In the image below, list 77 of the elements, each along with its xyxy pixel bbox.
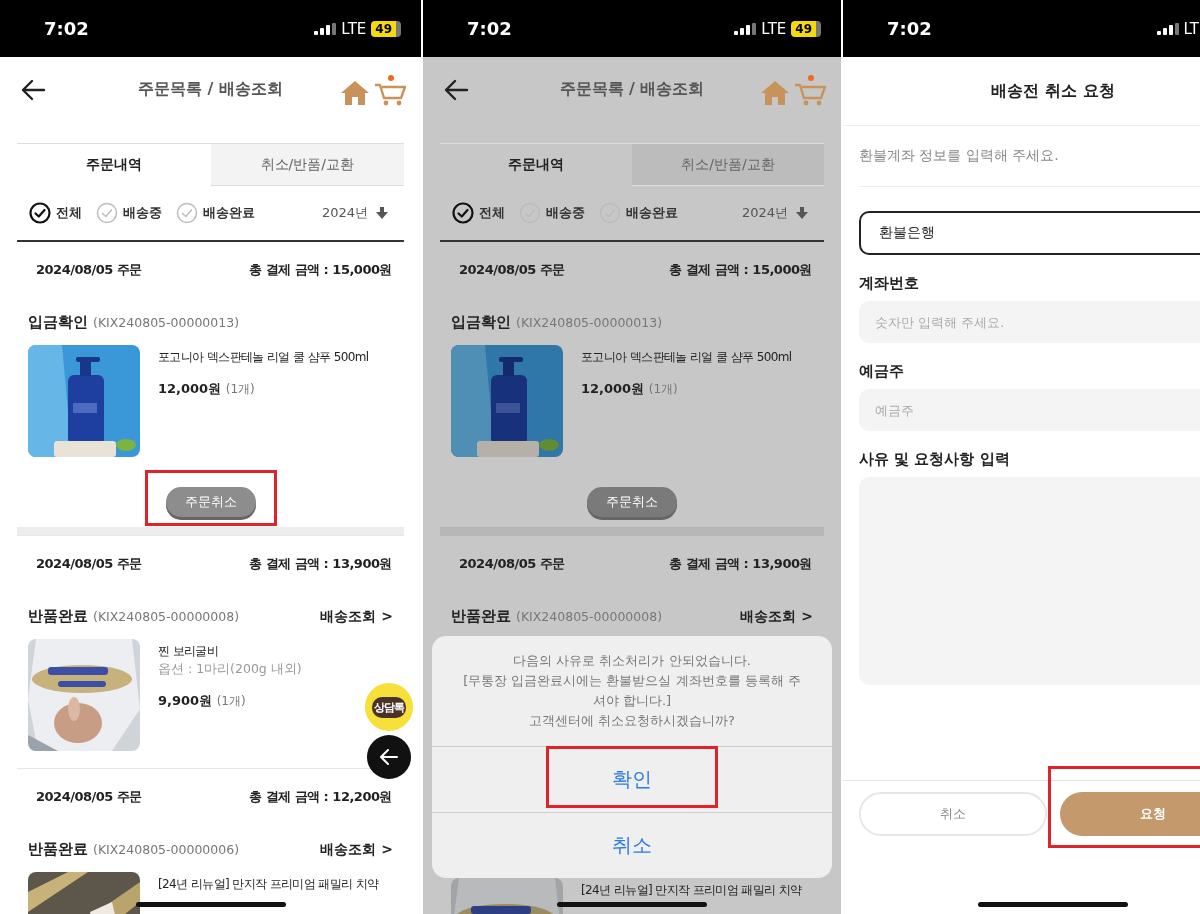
filter-option[interactable]: 배송중 — [519, 202, 585, 224]
down-arrow-icon — [796, 207, 808, 219]
order-status: 입금확인 — [451, 313, 511, 332]
battery-indicator: 49 — [371, 20, 401, 37]
home-icon[interactable] — [760, 79, 790, 106]
input-field[interactable]: 예금주 — [859, 389, 1200, 431]
network-label: LTE — [341, 19, 367, 38]
network-label: LT — [1183, 19, 1199, 38]
order-date: 2024/08/05 주문 — [36, 787, 142, 806]
year-dropdown[interactable]: 2024년 — [737, 204, 812, 222]
back-button[interactable] — [367, 735, 411, 779]
product-name: [24년 리뉴얼] 만지작 프리미엄 패밀리 치약 — [158, 876, 380, 893]
year-dropdown[interactable]: 2024년 — [317, 204, 392, 222]
status-time: 7:02 — [467, 18, 512, 39]
field-label: 계좌번호 — [859, 273, 920, 293]
order-total: 총 결제 금액 : 13,900원 — [669, 554, 812, 573]
filter-option[interactable]: 배송완료 — [599, 202, 678, 224]
product-name: 포고니아 덱스판테놀 리얼 쿨 샴푸 500ml — [158, 349, 370, 366]
tracking-link[interactable]: 배송조회 > — [740, 607, 813, 626]
dialog-button[interactable]: 확인 — [432, 747, 832, 812]
tracking-link[interactable]: 배송조회 > — [320, 840, 393, 859]
product-price: 12,000원 (1개) — [581, 380, 679, 398]
status-time: 7:02 — [44, 18, 89, 39]
battery-indicator: 49 — [791, 20, 821, 37]
field-label: 예금주 — [859, 361, 905, 381]
filter-option[interactable]: 배송완료 — [176, 202, 255, 224]
signal-icon — [734, 22, 757, 35]
order-total: 총 결제 금액 : 15,000원 — [249, 260, 392, 279]
order-status: 반품완료 — [28, 607, 88, 626]
product-name: 찐 보리굴비 — [158, 643, 220, 660]
product-name: 포고니아 덱스판테놀 리얼 쿨 샴푸 500ml — [581, 349, 793, 366]
signal-icon — [314, 22, 337, 35]
product-price: 12,000원 (1개) — [158, 380, 256, 398]
order-date: 2024/08/05 주문 — [36, 554, 142, 573]
product-option: 옵션 : 1마리(200g 내외) — [158, 660, 393, 678]
filter-option[interactable]: 배송중 — [96, 202, 162, 224]
product-name: [24년 리뉴얼] 만지작 프리미엄 패밀리 치약 — [581, 882, 803, 899]
order-total: 총 결제 금액 : 15,000원 — [669, 260, 812, 279]
cancel-button[interactable]: 취소 — [859, 792, 1047, 836]
notice-text: 환불계좌 정보를 입력해 주세요. — [859, 126, 1200, 187]
bank-select[interactable]: 환불은행 — [859, 211, 1200, 255]
cart-icon[interactable] — [794, 73, 828, 106]
order-number: (KIX240805-00000013) — [93, 315, 240, 330]
filter-option[interactable]: 전체 — [29, 202, 82, 224]
back-icon[interactable] — [443, 78, 469, 101]
left-arrow-icon — [379, 748, 399, 766]
order-status: 반품완료 — [451, 607, 511, 626]
tab[interactable]: 취소/반품/교환 — [210, 143, 404, 186]
order-number: (KIX240805-00000008) — [93, 609, 240, 624]
order-number: (KIX240805-00000013) — [516, 315, 663, 330]
network-label: LTE — [761, 19, 787, 38]
order-total: 총 결제 금액 : 13,900원 — [249, 554, 392, 573]
field-label: 사유 및 요청사항 입력 — [859, 449, 1011, 469]
order-status: 반품완료 — [28, 840, 88, 859]
cart-icon[interactable] — [374, 73, 408, 106]
dialog-button[interactable]: 취소 — [432, 813, 832, 878]
filter-option[interactable]: 전체 — [452, 202, 505, 224]
order-cancel-button[interactable]: 주문취소 — [587, 487, 677, 517]
back-icon[interactable] — [20, 78, 46, 101]
signal-icon — [1156, 22, 1179, 35]
dialog-message: 다음의 사유로 취소처리가 안되었습니다. [무통장 입금완료시에는 환불받으실 계좌번호를 등록해 주셔야 합니다.] 고객센터에 취소요청하시겠습니까? — [462, 652, 802, 730]
order-number: (KIX240805-00000006) — [93, 842, 240, 857]
order-date: 2024/08/05 주문 — [459, 260, 565, 279]
status-time: 7:02 — [887, 18, 932, 39]
chat-button[interactable]: 상담톡 — [365, 683, 413, 731]
order-number: (KIX240805-00000008) — [516, 609, 663, 624]
input-field[interactable]: 숫자만 입력해 주세요. — [859, 301, 1200, 343]
tracking-link[interactable]: 배송조회 > — [320, 607, 393, 626]
home-icon[interactable] — [340, 79, 370, 106]
page-title: 주문목록 / 배송조회 — [138, 79, 283, 100]
page-title: 주문목록 / 배송조회 — [559, 79, 705, 100]
order-date: 2024/08/05 주문 — [36, 260, 142, 279]
page-title: 배송전 취소 요청 — [843, 57, 1200, 126]
down-arrow-icon — [376, 207, 388, 219]
order-status: 입금확인 — [28, 313, 88, 332]
order-date: 2024/08/05 주문 — [459, 554, 565, 573]
order-total: 총 결제 금액 : 12,200원 — [249, 787, 392, 806]
